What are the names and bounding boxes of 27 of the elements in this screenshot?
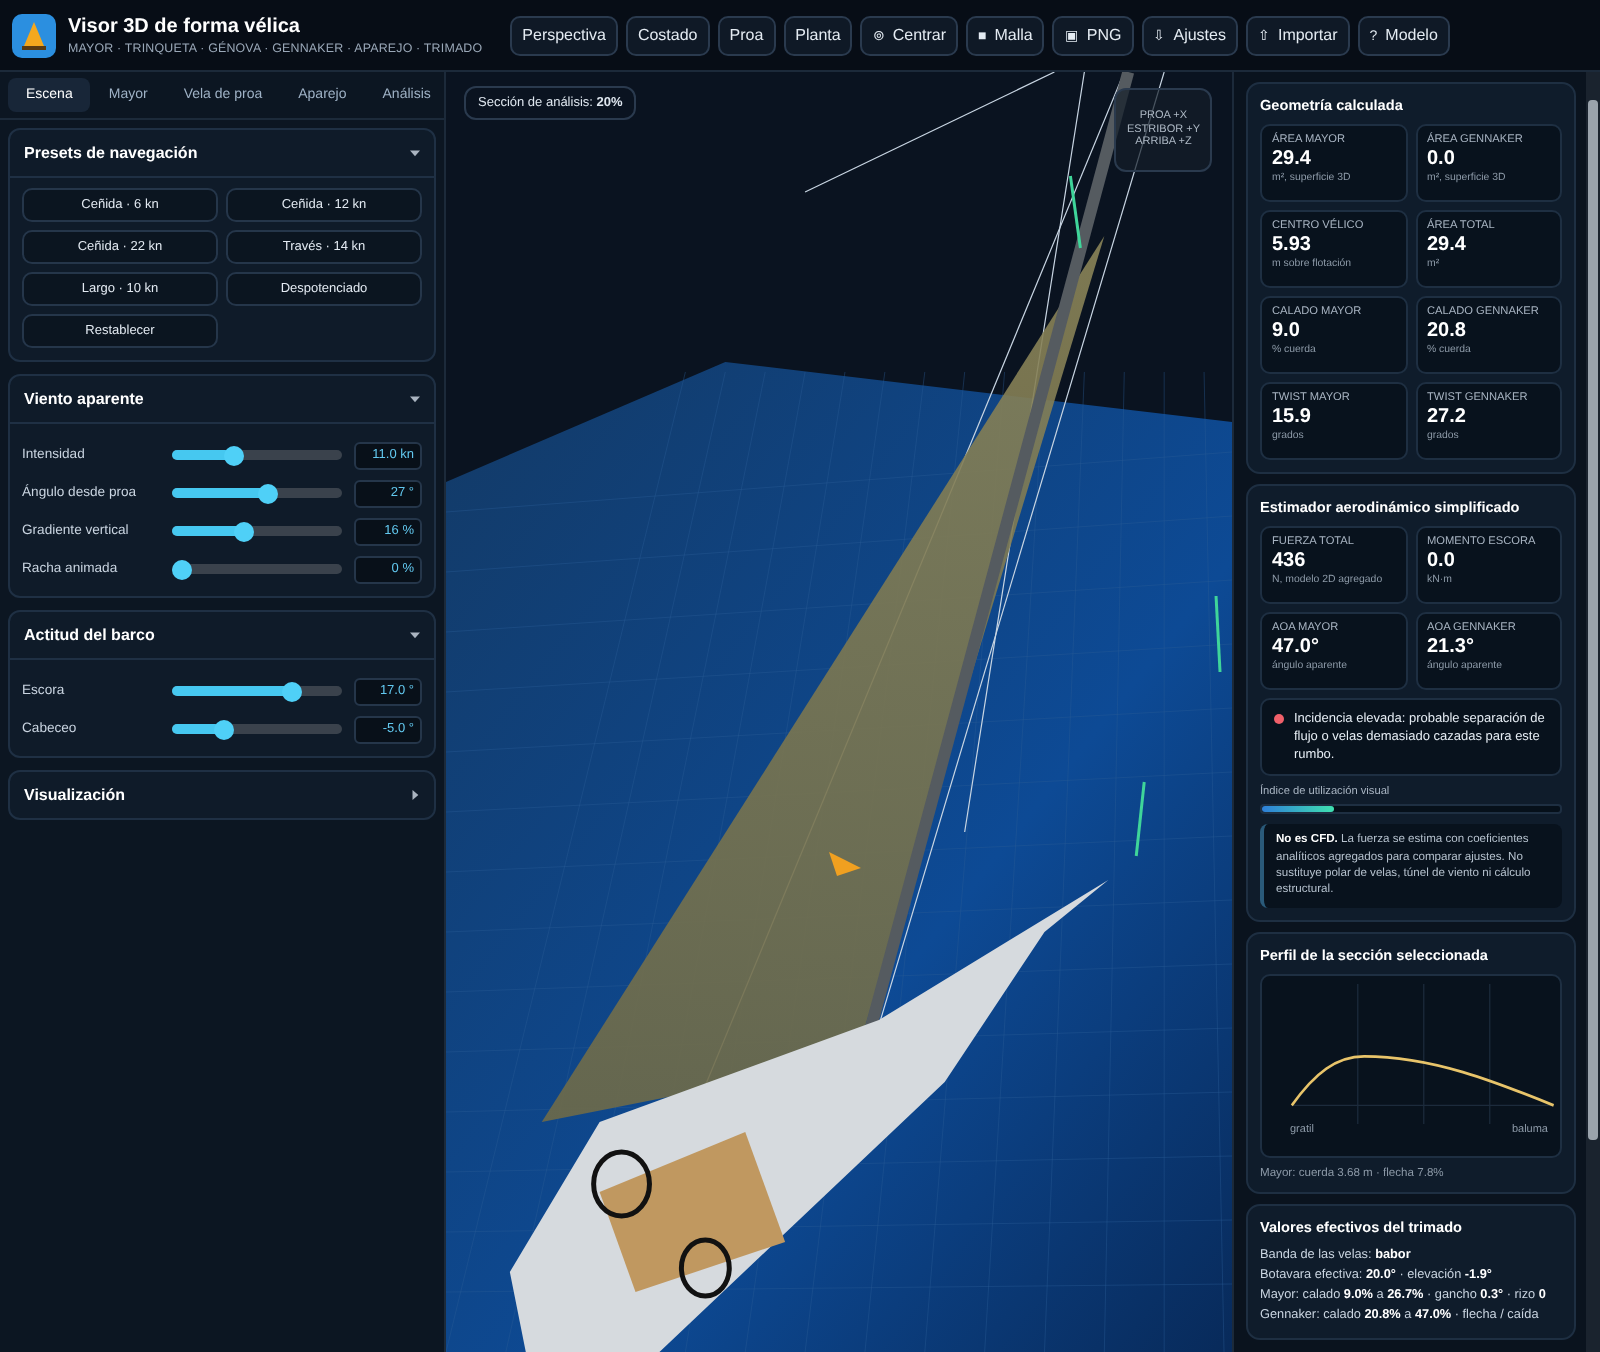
toolbar-button[interactable]: Perspectiva	[510, 15, 618, 55]
slider[interactable]	[172, 686, 343, 696]
app-logo-icon	[12, 13, 56, 57]
section-header[interactable]: Presets de navegación	[10, 130, 434, 178]
toolbar-button[interactable]: Planta	[783, 15, 853, 55]
slider-thumb[interactable]	[172, 559, 193, 579]
toolbar-button[interactable]: Proa	[717, 15, 776, 55]
app-title: Visor 3D de forma vélica	[68, 15, 302, 37]
section-header[interactable]: Actitud del barco	[10, 612, 434, 660]
section-header[interactable]: Viento aparente	[10, 376, 434, 424]
slider[interactable]	[172, 564, 343, 574]
slider-thumb[interactable]	[233, 521, 254, 541]
slider[interactable]	[172, 724, 343, 734]
scrollbar[interactable]	[1586, 72, 1600, 1352]
slider-thumb[interactable]	[257, 483, 278, 503]
slider[interactable]	[172, 488, 343, 498]
section-header[interactable]: Visualización	[10, 772, 434, 818]
toolbar-button[interactable]: Costado	[625, 15, 710, 55]
caret-icon	[410, 394, 420, 404]
slider-thumb[interactable]	[223, 445, 244, 465]
slider-thumb[interactable]	[214, 719, 235, 739]
slider[interactable]	[172, 450, 343, 460]
slider-thumb[interactable]	[281, 681, 302, 701]
caret-icon	[410, 630, 420, 640]
caret-icon	[410, 148, 420, 158]
caret-icon	[410, 790, 420, 800]
slider[interactable]	[172, 526, 343, 536]
